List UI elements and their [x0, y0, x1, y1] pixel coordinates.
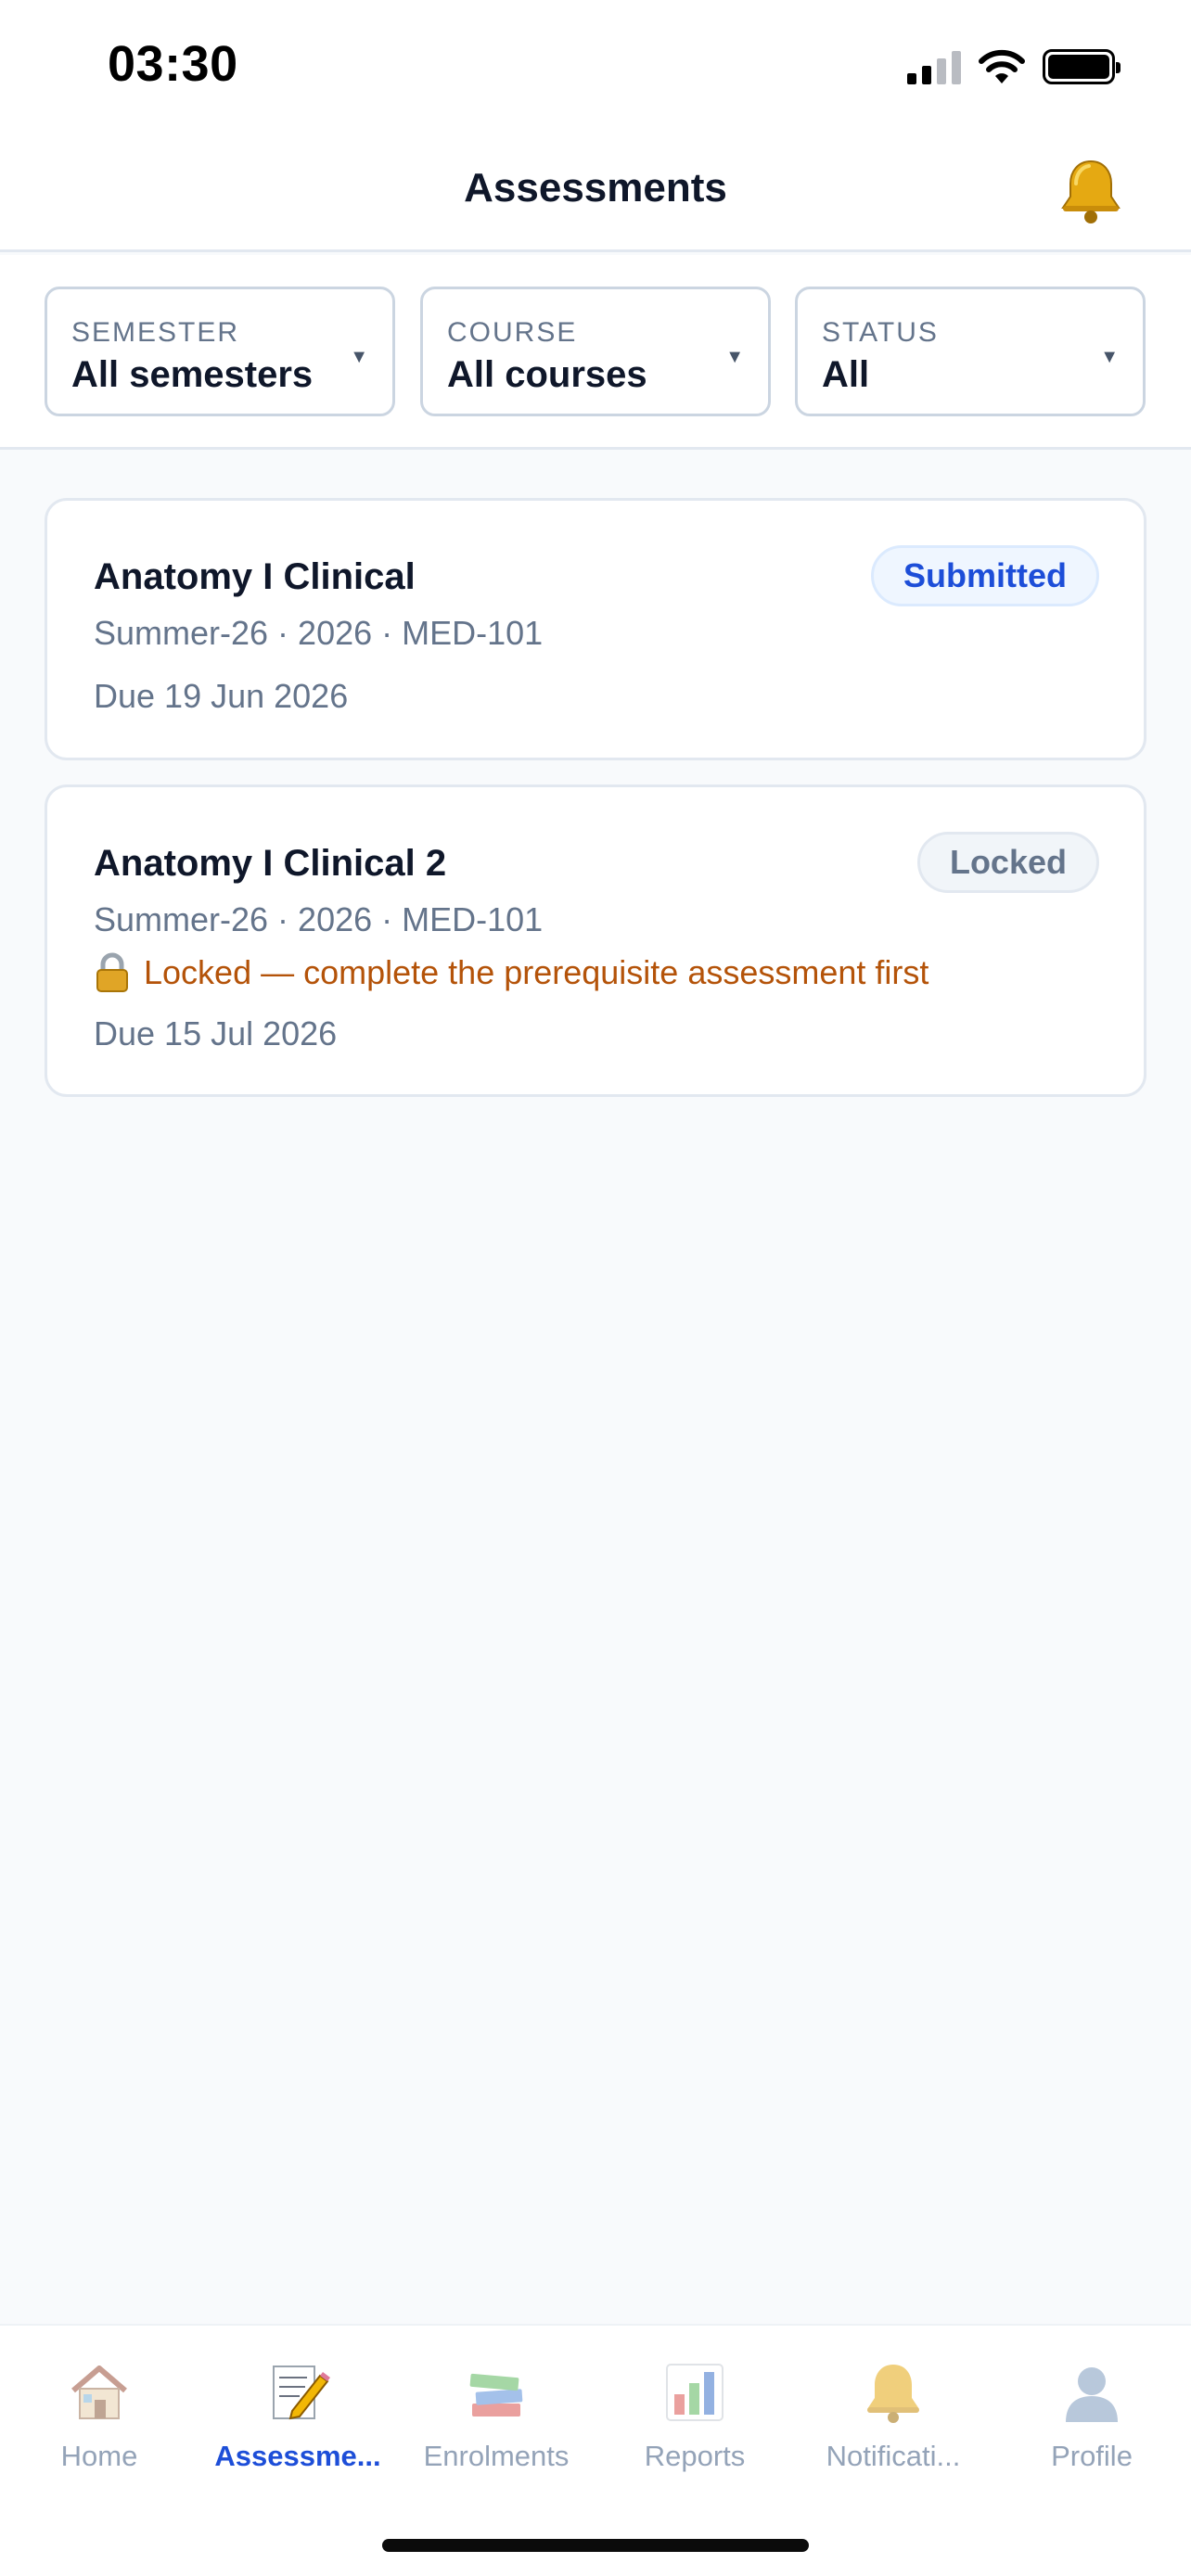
lock-notice: Locked — complete the prerequisite asses…	[94, 952, 928, 993]
books-icon	[469, 2373, 523, 2417]
tab-notifications[interactable]: Notificati...	[794, 2359, 992, 2473]
semester-filter-value: All semesters	[71, 354, 314, 395]
status-bar: 03:30	[0, 0, 1191, 130]
course-filter-value: All courses	[447, 354, 647, 395]
tab-profile[interactable]: Profile	[992, 2359, 1191, 2473]
assessment-due-date: Due 15 Jul 2026	[94, 1014, 338, 1052]
semester-filter[interactable]: SEMESTER All semesters ▼	[45, 287, 395, 416]
status-filter[interactable]: STATUS All ▼	[795, 287, 1146, 416]
course-filter[interactable]: COURSE All courses ▼	[420, 287, 771, 416]
tab-assessments[interactable]: Assessme...	[198, 2359, 397, 2473]
tab-label: Profile	[1051, 2440, 1133, 2472]
bell-icon	[867, 2365, 919, 2423]
assessment-meta: Summer-26 · 2026 · MED-101	[94, 614, 544, 652]
bar-chart-icon	[666, 2364, 724, 2421]
app-header: Assessments	[0, 130, 1191, 252]
assessment-card[interactable]: Anatomy I Clinical Submitted Summer-26 ·…	[45, 498, 1146, 760]
tab-label: Notificati...	[826, 2440, 961, 2472]
dropdown-arrow-icon: ▼	[725, 347, 744, 367]
status-filter-label: STATUS	[822, 317, 939, 348]
status-time: 03:30	[108, 36, 238, 92]
course-filter-label: COURSE	[447, 317, 578, 348]
tab-label: Enrolments	[423, 2440, 570, 2472]
filter-bar: SEMESTER All semesters ▼ COURSE All cour…	[0, 255, 1191, 450]
dropdown-arrow-icon: ▼	[1100, 347, 1119, 367]
house-icon	[71, 2366, 127, 2419]
tab-home[interactable]: Home	[0, 2359, 198, 2473]
lock-icon	[96, 952, 128, 992]
tab-label: Home	[60, 2440, 138, 2472]
assessment-due-date: Due 19 Jun 2026	[94, 677, 349, 715]
memo-icon	[273, 2366, 330, 2420]
tab-enrolments[interactable]: Enrolments	[397, 2359, 596, 2473]
dropdown-arrow-icon: ▼	[350, 347, 368, 367]
status-icons	[907, 45, 1121, 89]
cellular-signal-icon	[907, 49, 961, 84]
page-title: Assessments	[464, 165, 727, 210]
status-badge: Submitted	[871, 545, 1099, 606]
tab-reports[interactable]: Reports	[596, 2359, 794, 2473]
tab-label: Assessme...	[214, 2440, 381, 2472]
semester-filter-label: SEMESTER	[71, 317, 240, 348]
battery-icon	[1043, 49, 1121, 84]
status-filter-value: All	[822, 354, 870, 395]
assessment-meta: Summer-26 · 2026 · MED-101	[94, 900, 544, 938]
assessment-card[interactable]: Anatomy I Clinical 2 Locked Summer-26 · …	[45, 784, 1146, 1097]
bell-icon[interactable]	[1056, 156, 1126, 226]
assessment-title: Anatomy I Clinical	[94, 556, 416, 597]
tab-label: Reports	[644, 2440, 746, 2472]
assessment-title: Anatomy I Clinical 2	[94, 843, 447, 884]
wifi-icon	[979, 49, 1025, 83]
status-badge: Locked	[916, 832, 1099, 893]
home-indicator[interactable]	[382, 2539, 809, 2552]
person-icon	[1066, 2367, 1118, 2422]
lock-message: Locked — complete the prerequisite asses…	[144, 953, 929, 991]
